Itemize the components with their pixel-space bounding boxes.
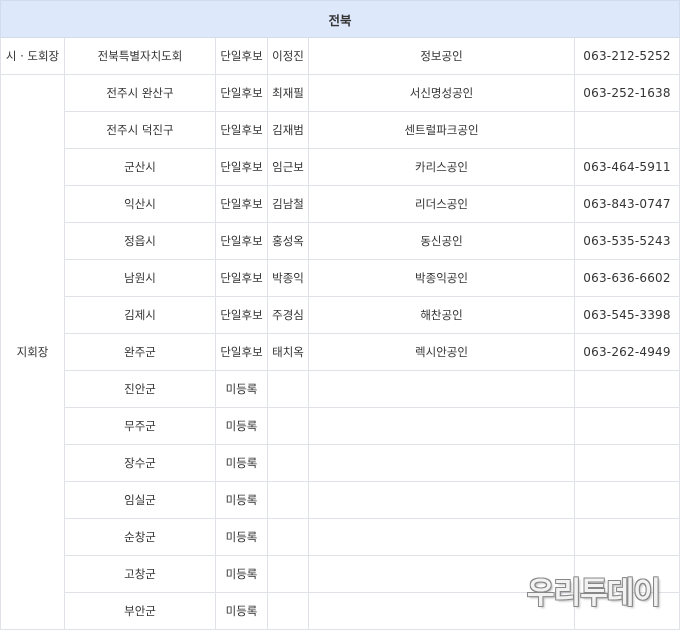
office-cell: 서신명성공인: [308, 74, 575, 112]
table-row: 지회장 전주시 완산구 단일후보 최재필 서신명성공인 063-252-1638: [0, 74, 680, 630]
phone-cell: 063-535-5243: [573, 222, 680, 260]
office-cell: 렉시안공인: [308, 333, 575, 371]
table-row: 익산시 단일후보 김남철 리더스공인 063-843-0747: [1, 185, 680, 223]
status-cell: 단일후보: [215, 259, 268, 297]
status-cell: 미등록: [215, 592, 268, 630]
status-cell: 미등록: [215, 555, 268, 593]
table-row: 완주군 단일후보 태치옥 렉시안공인 063-262-4949: [1, 333, 680, 371]
table-row-governor: 시 · 도회장 전북특별자치도회 단일후보 이정진 정보공인 063-212-5…: [0, 37, 680, 75]
phone-cell: [573, 481, 680, 519]
region-cell: 임실군: [64, 481, 216, 519]
office-cell: [308, 407, 575, 445]
name-cell: 홍성옥: [267, 222, 309, 260]
office-cell: 리더스공인: [308, 185, 575, 223]
status-cell: 단일후보: [215, 185, 268, 223]
region-cell: 완주군: [64, 333, 216, 371]
region-cell: 부안군: [64, 592, 216, 630]
table-row: 전주시 덕진구 단일후보 김재범 센트럴파크공인: [1, 111, 680, 149]
watermark-logo: 우리투데이: [527, 576, 661, 611]
office-cell: 동신공인: [308, 222, 575, 260]
name-cell: 박종익: [267, 259, 309, 297]
table-row: 군산시 단일후보 임근보 카리스공인 063-464-5911: [1, 148, 680, 186]
name-cell: [267, 518, 309, 556]
status-cell: 미등록: [215, 407, 268, 445]
office-cell: [308, 444, 575, 482]
office-cell: 센트럴파크공인: [308, 111, 575, 149]
name-cell: [267, 555, 309, 593]
name-cell: 주경심: [267, 296, 309, 334]
name-cell: 최재필: [267, 74, 309, 112]
office-cell: 박종익공인: [308, 259, 575, 297]
phone-cell: 063-212-5252: [573, 37, 680, 75]
region-cell: 남원시: [64, 259, 216, 297]
office-cell: [308, 481, 575, 519]
region-cell: 순창군: [64, 518, 216, 556]
phone-cell: [573, 370, 680, 408]
table-title: 전북: [0, 0, 680, 38]
status-cell: 미등록: [215, 444, 268, 482]
phone-cell: 063-464-5911: [573, 148, 680, 186]
status-cell: 단일후보: [215, 111, 268, 149]
table-row: 남원시 단일후보 박종익 박종익공인 063-636-6602: [1, 259, 680, 297]
region-cell: 고창군: [64, 555, 216, 593]
candidate-table: 전북 시 · 도회장 전북특별자치도회 단일후보 이정진 정보공인 063-21…: [0, 0, 680, 630]
phone-cell: 063-843-0747: [573, 185, 680, 223]
phone-cell: [573, 518, 680, 556]
table-row: 장수군 미등록: [1, 444, 680, 482]
status-cell: 단일후보: [215, 333, 268, 371]
table-header-row: 전북: [0, 0, 680, 38]
region-cell: 익산시: [64, 185, 216, 223]
status-cell: 단일후보: [215, 148, 268, 186]
name-cell: [267, 407, 309, 445]
name-cell: [267, 592, 309, 630]
table-row: 진안군 미등록: [1, 370, 680, 408]
region-cell: 전주시 완산구: [64, 74, 216, 112]
region-cell: 전주시 덕진구: [64, 111, 216, 149]
table-row: 무주군 미등록: [1, 407, 680, 445]
name-cell: 임근보: [267, 148, 309, 186]
phone-cell: [573, 407, 680, 445]
role-label: 시 · 도회장: [0, 37, 65, 75]
table-row: 정읍시 단일후보 홍성옥 동신공인 063-535-5243: [1, 222, 680, 260]
region-cell: 정읍시: [64, 222, 216, 260]
name-cell: 태치옥: [267, 333, 309, 371]
office-cell: 정보공인: [308, 37, 575, 75]
office-cell: 카리스공인: [308, 148, 575, 186]
table-row: 김제시 단일후보 주경심 해찬공인 063-545-3398: [1, 296, 680, 334]
region-cell: 김제시: [64, 296, 216, 334]
region-cell: 진안군: [64, 370, 216, 408]
status-cell: 단일후보: [215, 296, 268, 334]
name-cell: [267, 444, 309, 482]
status-cell: 단일후보: [215, 37, 268, 75]
region-cell: 전북특별자치도회: [64, 37, 216, 75]
region-cell: 장수군: [64, 444, 216, 482]
table-row: 순창군 미등록: [1, 518, 680, 556]
phone-cell: 063-636-6602: [573, 259, 680, 297]
name-cell: 김남철: [267, 185, 309, 223]
table-row: 임실군 미등록: [1, 481, 680, 519]
region-cell: 무주군: [64, 407, 216, 445]
status-cell: 단일후보: [215, 74, 268, 112]
name-cell: [267, 481, 309, 519]
status-cell: 미등록: [215, 481, 268, 519]
office-cell: [308, 518, 575, 556]
name-cell: [267, 370, 309, 408]
office-cell: [308, 370, 575, 408]
phone-cell: 063-252-1638: [573, 74, 680, 112]
name-cell: 이정진: [267, 37, 309, 75]
phone-cell: 063-262-4949: [573, 333, 680, 371]
status-cell: 미등록: [215, 518, 268, 556]
office-cell: 해찬공인: [308, 296, 575, 334]
phone-cell: [573, 444, 680, 482]
status-cell: 미등록: [215, 370, 268, 408]
region-cell: 군산시: [64, 148, 216, 186]
phone-cell: 063-545-3398: [573, 296, 680, 334]
phone-cell: [573, 111, 680, 149]
branch-role-label: 지회장: [0, 74, 65, 630]
status-cell: 단일후보: [215, 222, 268, 260]
name-cell: 김재범: [267, 111, 309, 149]
